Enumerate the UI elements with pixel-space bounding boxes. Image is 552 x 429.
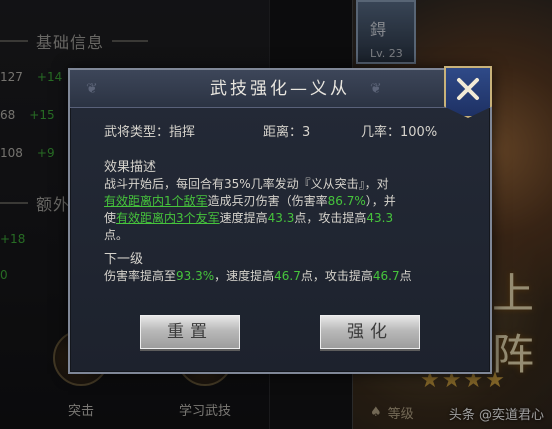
effect-text: 速度提高: [219, 211, 268, 225]
next-attack-value: 46.7: [372, 269, 400, 283]
next-level-description: 伤害率提高至93.3%，速度提高46.7点，攻击提高46.7点: [104, 268, 464, 285]
close-x-icon: [457, 78, 479, 100]
upgrade-button[interactable]: 强化: [320, 315, 420, 349]
effect-text: 点。: [104, 228, 129, 242]
dialog-header: ❦ ❦ 武技强化—义从: [70, 70, 490, 108]
next-level-title: 下一级: [104, 252, 144, 267]
next-text: 点，攻击提高: [300, 269, 373, 283]
speed-value: 43.3: [267, 211, 295, 225]
effect-text: 点，攻击提高: [294, 211, 367, 225]
reset-button[interactable]: 重置: [140, 315, 240, 349]
effect-title: 效果描述: [104, 160, 157, 175]
attack-value: 43.3: [366, 211, 394, 225]
effect-description: 战斗开始后，每回合有35%几率发动『义从突击』，对 有效距离内1个敌军造成兵刃伤…: [104, 176, 456, 244]
effect-text: ），并: [365, 194, 396, 208]
distance: 距离：3: [263, 125, 311, 140]
effect-text: 造成兵刃伤害（伤害率: [207, 194, 328, 208]
next-text: ，速度提高: [214, 269, 275, 283]
damage-rate-value: 86.7%: [327, 194, 366, 208]
enemy-target-text: 有效距离内1个敌军: [104, 194, 208, 208]
next-text: 伤害率提高至: [104, 269, 177, 283]
next-text: 点: [399, 269, 412, 283]
next-damage-value: 93.3%: [176, 269, 215, 283]
next-speed-value: 46.7: [274, 269, 301, 283]
effect-text: 使: [104, 211, 117, 225]
general-type: 武将类型：指挥: [104, 125, 196, 140]
probability: 几率：100%: [361, 125, 438, 140]
effect-text: 战斗开始后，每回合有35%几率发动『义从突击』，对: [104, 177, 389, 191]
ally-target-text: 有效距离内3个友军: [116, 211, 220, 225]
dialog-title: 武技强化—义从: [210, 79, 350, 99]
